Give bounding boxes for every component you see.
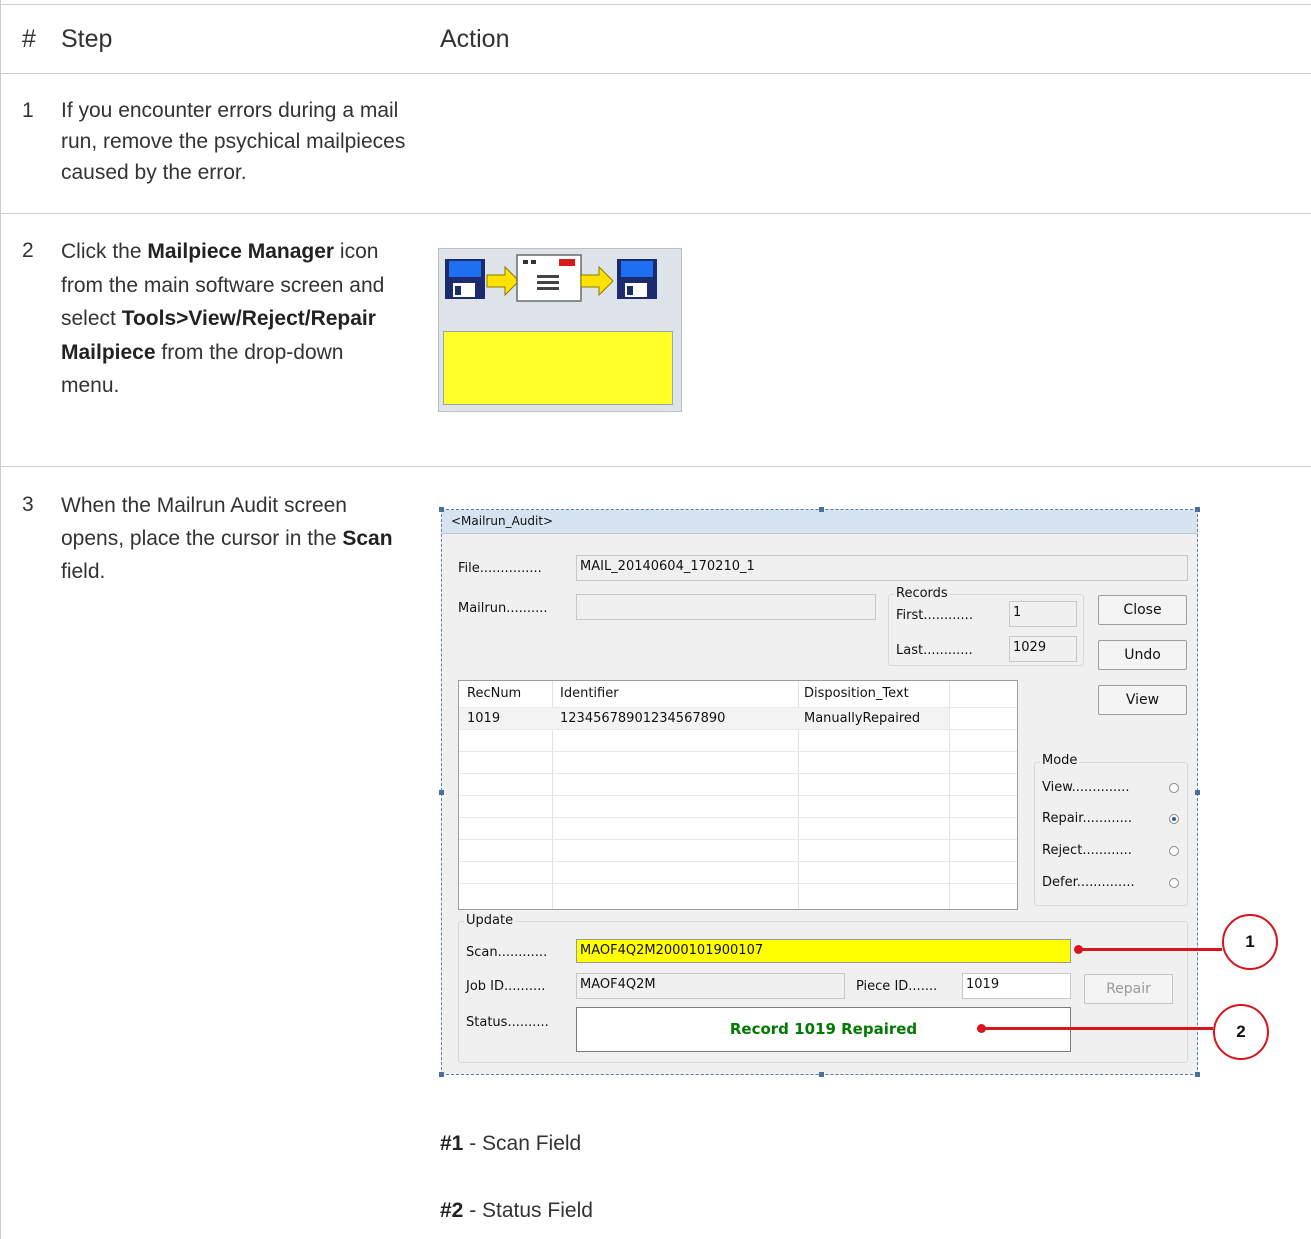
table-left-border [0,0,1,1239]
mailrun-audit-dialog: <Mailrun_Audit> File............... MAIL… [439,507,1200,1077]
dialog-titlebar: <Mailrun_Audit> [442,510,1197,534]
scan-input[interactable]: MAOF4Q2M2000101900107 [576,939,1071,963]
file-field[interactable]: MAIL_20140604_170210_1 [576,555,1188,581]
icon-label-area [443,331,673,405]
row3-step: When the Mailrun Audit screen opens, pla… [61,489,401,588]
grid-header-disposition[interactable]: Disposition_Text [804,686,909,701]
callout2-circle: 2 [1213,1004,1269,1060]
handle-bm [819,1072,824,1077]
scan-label: Scan............ [466,945,548,960]
records-grid[interactable]: RecNum Identifier Disposition_Text 1019 … [458,680,1018,910]
repair-button[interactable]: Repair [1084,974,1173,1004]
grid-cell-disposition: ManuallyRepaired [804,711,921,726]
row1-bottom-border [0,213,1311,214]
first-field[interactable]: 1 [1009,601,1077,627]
pieceid-label: Piece ID....... [856,979,938,994]
close-button[interactable]: Close [1098,595,1187,625]
handle-br [1195,1072,1200,1077]
mailrun-field[interactable] [576,594,876,620]
undo-button[interactable]: Undo [1098,640,1187,670]
mode-caption: Mode [1040,753,1080,768]
note-status-field: #2 - Status Field [440,1195,593,1226]
mode-defer-radio[interactable] [1169,878,1179,888]
first-label: First............ [896,608,973,623]
row3-text-a: When the Mailrun Audit screen opens, pla… [61,494,347,550]
row2-text-a: Click the [61,240,148,263]
records-caption: Records [894,586,950,601]
file-label: File............... [458,561,542,576]
jobid-label: Job ID.......... [466,979,546,994]
scan-label-bold: Scan [342,527,393,550]
note-scan-field: #1 - Scan Field [440,1128,581,1159]
note2-bold: #2 [440,1199,464,1222]
view-button[interactable]: View [1098,685,1187,715]
handle-tm [819,507,824,512]
grid-cell-recnum: 1019 [467,711,501,726]
row3-text-b: field. [61,560,106,583]
status-label: Status.......... [466,1015,549,1030]
mode-defer-label[interactable]: Defer.............. [1042,875,1135,890]
row1-step: If you encounter errors during a mail ru… [61,99,406,184]
handle-mr [1195,790,1200,795]
grid-row-line [459,883,1017,884]
row3-num: 3 [22,493,34,516]
row1-num: 1 [22,99,34,122]
grid-header-recnum[interactable]: RecNum [467,686,521,701]
mode-reject-label[interactable]: Reject............ [1042,843,1132,858]
mode-repair-label[interactable]: Repair............ [1042,811,1132,826]
mode-repair-radio[interactable] [1169,814,1179,824]
row2-step: Click the Mailpiece Manager icon from th… [61,235,401,403]
note2-text: - Status Field [463,1199,593,1222]
header-step: Step [61,25,113,53]
mailpiece-manager-icon [438,248,682,412]
grid-row-line [459,773,1017,774]
header-num: # [22,25,36,53]
grid-cell-identifier: 12345678901234567890 [560,711,726,726]
pieceid-field[interactable]: 1019 [962,973,1071,999]
handle-bl [439,1072,444,1077]
callout1-line [1078,948,1222,951]
mode-reject-radio[interactable] [1169,846,1179,856]
last-field[interactable]: 1029 [1009,636,1077,662]
note1-bold: #1 [440,1132,464,1155]
grid-row-line [459,861,1017,862]
last-label: Last............ [896,643,973,658]
header-action: Action [440,25,510,53]
jobid-field[interactable]: MAOF4Q2M [576,973,845,999]
mode-view-radio[interactable] [1169,783,1179,793]
handle-ml [439,790,444,795]
update-caption: Update [464,913,516,928]
handle-tl [439,507,444,512]
header-bottom-border [0,73,1311,74]
callout1-circle: 1 [1222,914,1278,970]
table-top-border [0,4,1311,5]
grid-header-identifier[interactable]: Identifier [560,686,619,701]
callout2-line [981,1027,1213,1030]
note1-text: - Scan Field [463,1132,582,1155]
mailpiece-manager-label: Mailpiece Manager [147,240,335,263]
grid-row-line [459,729,1017,730]
mailrun-label: Mailrun.......... [458,601,548,616]
grid-row-line [459,795,1017,796]
mode-view-label[interactable]: View.............. [1042,780,1130,795]
grid-row-line [459,839,1017,840]
row2-bottom-border [0,466,1311,467]
handle-tr [1195,507,1200,512]
row2-num: 2 [22,239,34,262]
dialog-title: <Mailrun_Audit> [451,514,554,528]
grid-row-line [459,817,1017,818]
grid-row-line [459,751,1017,752]
